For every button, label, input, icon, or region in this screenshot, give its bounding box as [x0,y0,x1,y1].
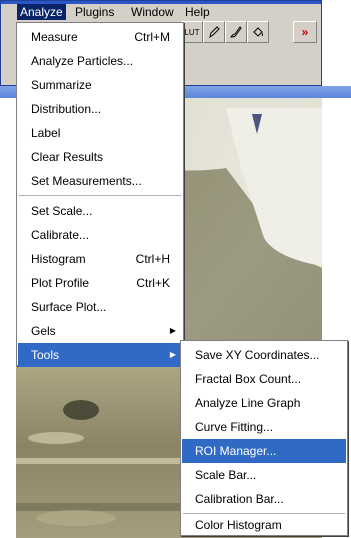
menu-item-measure[interactable]: Measure Ctrl+M [18,25,182,49]
menu-item-histogram[interactable]: Histogram Ctrl+H [18,247,182,271]
menu-analyze[interactable]: Analyze [17,4,66,20]
submenu-arrow-icon: ▶ [169,350,176,359]
menu-item-label: Histogram [31,252,86,266]
flood-fill-icon[interactable] [247,21,269,43]
menu-item-label-cmd[interactable]: Label [18,121,182,145]
submenu-arrow-icon: ▶ [169,326,176,335]
menu-item-label: Surface Plot... [31,300,107,314]
pencil-glyph [209,26,220,39]
menu-window[interactable]: Window [128,4,177,20]
menu-item-label: Clear Results [31,150,104,164]
menu-bar: Analyze Plugins Window Help [1,4,321,20]
menu-item-roi-manager[interactable]: ROI Manager... [182,439,346,463]
menu-item-label: Calibration Bar... [195,492,284,506]
menu-item-label: Calibrate... [31,228,90,242]
more-tools-icon[interactable]: » [293,21,317,43]
menu-item-distribution[interactable]: Distribution... [18,97,182,121]
menu-item-surface-plot[interactable]: Surface Plot... [18,295,182,319]
shortcut-label: Ctrl+H [135,252,170,266]
menu-item-label: Gels [31,324,56,338]
menu-item-gels[interactable]: Gels ▶ [18,319,182,343]
menu-item-plot-profile[interactable]: Plot Profile Ctrl+K [18,271,182,295]
menu-item-save-xy-coordinates[interactable]: Save XY Coordinates... [182,343,346,367]
menu-plugins[interactable]: Plugins [72,4,117,20]
menu-item-analyze-particles[interactable]: Analyze Particles... [18,49,182,73]
menu-item-set-scale[interactable]: Set Scale... [18,199,182,223]
brush-glyph [230,26,242,38]
menu-item-set-measurements[interactable]: Set Measurements... [18,169,182,193]
shortcut-label: Ctrl+M [134,30,170,44]
menu-item-calibration-bar[interactable]: Calibration Bar... [182,487,346,511]
menu-item-label: Fractal Box Count... [195,372,302,386]
menu-item-label: Plot Profile [31,276,90,290]
menu-item-label: Set Measurements... [31,174,142,188]
menu-item-summarize[interactable]: Summarize [18,73,182,97]
menu-item-scale-bar[interactable]: Scale Bar... [182,463,346,487]
menu-item-color-histogram[interactable]: Color Histogram [182,513,346,537]
menu-item-label: Measure [31,30,78,44]
menu-item-label: Distribution... [31,102,102,116]
analyze-menu: Measure Ctrl+M Analyze Particles... Summ… [16,22,184,367]
brush-icon[interactable] [225,21,247,43]
pencil-icon[interactable] [203,21,225,43]
menu-item-label: Curve Fitting... [195,420,274,434]
menu-item-analyze-line-graph[interactable]: Analyze Line Graph [182,391,346,415]
menu-item-label: Analyze Line Graph [195,396,301,410]
tools-submenu: Save XY Coordinates... Fractal Box Count… [180,340,348,536]
lut-label: LUT [184,28,200,37]
menu-item-label: ROI Manager... [195,444,277,458]
menu-item-curve-fitting[interactable]: Curve Fitting... [182,415,346,439]
menu-item-label: Label [31,126,61,140]
shortcut-label: Ctrl+K [136,276,170,290]
menu-item-label: Set Scale... [31,204,93,218]
menu-item-label: Summarize [31,78,92,92]
bucket-glyph [253,27,263,37]
menu-item-label: Scale Bar... [195,468,257,482]
menu-item-fractal-box-count[interactable]: Fractal Box Count... [182,367,346,391]
menu-item-calibrate[interactable]: Calibrate... [18,223,182,247]
screen: Analyze Plugins Window Help LUT » Measur… [0,0,351,538]
menu-help[interactable]: Help [182,4,213,20]
menu-item-label: Color Histogram [195,518,282,532]
more-tools-label: » [301,25,309,39]
lut-icon[interactable]: LUT [181,21,203,43]
menu-item-tools[interactable]: Tools ▶ [18,343,182,367]
menu-separator [19,195,181,196]
menu-item-label: Analyze Particles... [31,54,134,68]
menu-item-clear-results[interactable]: Clear Results [18,145,182,169]
menu-item-label: Save XY Coordinates... [195,348,320,362]
menu-item-label: Tools [31,348,60,362]
